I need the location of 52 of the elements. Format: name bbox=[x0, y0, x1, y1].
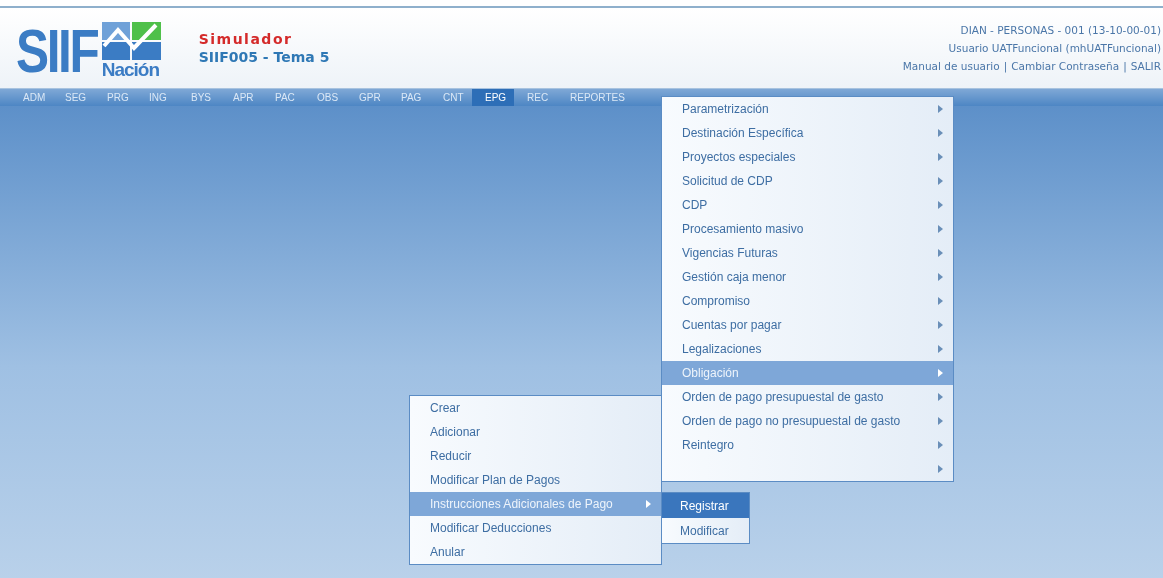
menu-item[interactable]: CDP bbox=[662, 193, 953, 217]
menu-item[interactable]: Compromiso bbox=[662, 289, 953, 313]
header-link[interactable]: Cambiar Contraseña bbox=[1011, 60, 1120, 72]
arrow-icon bbox=[938, 393, 943, 401]
arrow-icon bbox=[938, 177, 943, 185]
menu-item[interactable]: Anular bbox=[410, 540, 661, 564]
header-link[interactable]: Manual de usuario bbox=[902, 60, 1000, 72]
separator: | bbox=[1123, 60, 1127, 72]
menu-item[interactable]: Legalizaciones bbox=[662, 337, 953, 361]
menu-item[interactable]: Procesamiento masivo bbox=[662, 217, 953, 241]
menu-item[interactable]: Registrar bbox=[662, 493, 749, 518]
menu-item[interactable]: Modificar Deducciones bbox=[410, 516, 661, 540]
user-label: Usuario UATFuncional (mhUATFuncional) bbox=[948, 42, 1161, 54]
arrow-icon bbox=[938, 105, 943, 113]
menu-item[interactable]: Parametrización bbox=[662, 97, 953, 121]
arrow-icon bbox=[938, 321, 943, 329]
separator: | bbox=[1003, 60, 1008, 72]
menu-item[interactable]: Reintegro bbox=[662, 433, 953, 457]
arrow-icon bbox=[938, 345, 943, 353]
menu-item[interactable]: Crear bbox=[410, 396, 661, 420]
menu-item[interactable]: Orden de pago no presupuestal de gasto bbox=[662, 409, 953, 433]
module-title: SIIF005 - Tema 5 bbox=[198, 49, 330, 65]
header-link[interactable]: SALIR bbox=[1130, 60, 1161, 72]
logo-subtitle: Nación bbox=[101, 60, 160, 80]
arrow-icon bbox=[938, 369, 943, 377]
arrow-icon bbox=[938, 201, 943, 209]
arrow-icon bbox=[938, 129, 943, 137]
menu-item[interactable]: Solicitud de CDP bbox=[662, 169, 953, 193]
menu-item[interactable]: Modificar bbox=[662, 518, 749, 543]
menu-item[interactable]: Cuentas por pagar bbox=[662, 313, 953, 337]
arrow-icon bbox=[938, 153, 943, 161]
menu-item[interactable]: Vigencias Futuras bbox=[662, 241, 953, 265]
menu-item[interactable]: Adicionar bbox=[410, 420, 661, 444]
arrow-icon bbox=[646, 500, 651, 508]
arrow-icon bbox=[938, 441, 943, 449]
arrow-icon bbox=[938, 465, 943, 473]
arrow-icon bbox=[938, 297, 943, 305]
menu-item[interactable]: Gestión caja menor bbox=[662, 265, 953, 289]
chart-logo-icon bbox=[101, 22, 161, 60]
menu-item[interactable]: Destinación Específica bbox=[662, 121, 953, 145]
nav-tab[interactable]: EPG bbox=[472, 89, 514, 106]
menu-item[interactable]: Orden de pago presupuestal de gasto bbox=[662, 385, 953, 409]
menu-item[interactable]: Proyectos especiales bbox=[662, 145, 953, 169]
menu-item[interactable]: Reducir bbox=[410, 444, 661, 468]
arrow-icon bbox=[938, 225, 943, 233]
entity-label: DIAN - PERSONAS - 001 (13-10-00-01) bbox=[960, 24, 1161, 36]
app-name: Simulador bbox=[198, 31, 294, 47]
arrow-icon bbox=[938, 273, 943, 281]
logo-text: SIIF bbox=[16, 22, 98, 80]
menu-item[interactable]: Modificar Plan de Pagos bbox=[410, 468, 661, 492]
arrow-icon bbox=[938, 417, 943, 425]
arrow-icon bbox=[938, 249, 943, 257]
